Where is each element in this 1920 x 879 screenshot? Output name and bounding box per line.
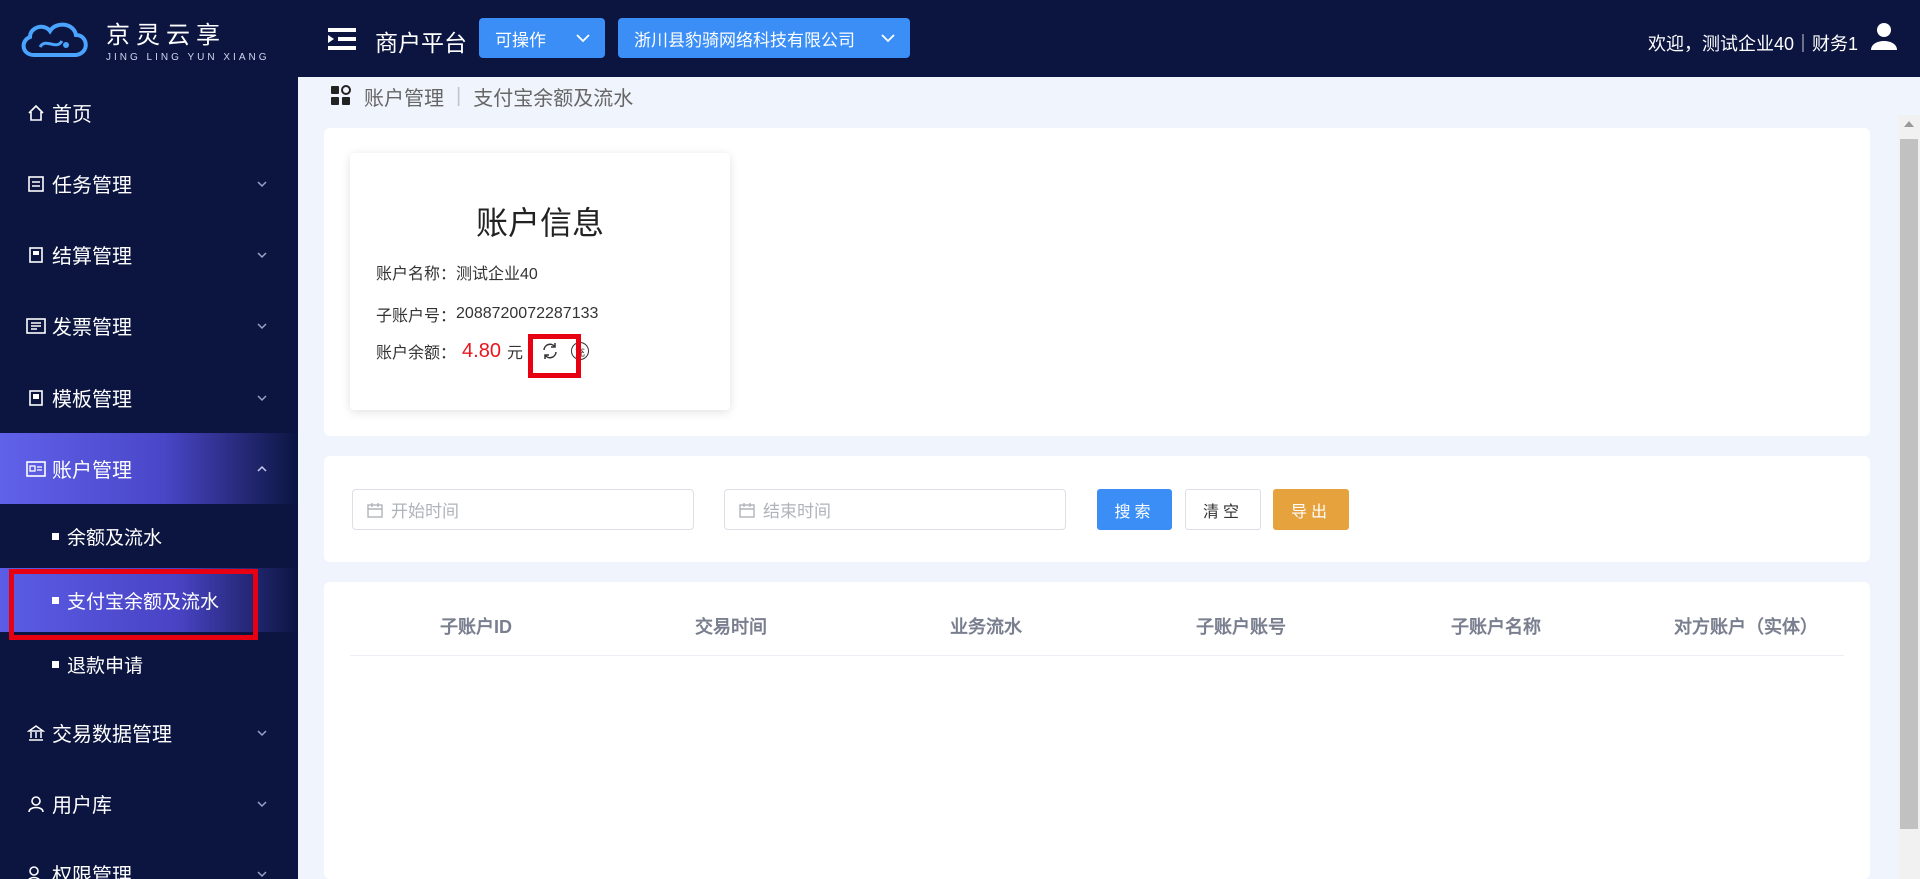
start-date-input[interactable]: 开始时间 bbox=[352, 489, 694, 530]
balance-value: 4.80 bbox=[462, 339, 501, 362]
sidebar-item-label: 首页 bbox=[52, 104, 92, 126]
user-avatar-icon[interactable] bbox=[1870, 22, 1898, 50]
search-button[interactable]: 搜索 bbox=[1097, 489, 1172, 530]
user-icon bbox=[26, 794, 46, 814]
table-header-sub-account-name: 子账户名称 bbox=[1451, 617, 1541, 637]
chevron-down-icon bbox=[257, 180, 267, 187]
settlement-icon bbox=[26, 245, 46, 265]
sub-account-value: 2088720072287133 bbox=[456, 305, 599, 322]
chevron-down-icon bbox=[257, 322, 267, 329]
company-select-value: 浙川县豹骑网络科技有限公司 bbox=[634, 30, 855, 50]
permission-icon bbox=[26, 864, 46, 879]
sidebar-item-home[interactable]: 首页 bbox=[0, 77, 298, 148]
sidebar-subitem-balance[interactable]: 余额及流水 bbox=[0, 504, 298, 568]
brand-text: 京灵云享 JING LING YUN XIANG bbox=[106, 15, 270, 63]
sidebar-subitem-label: 余额及流水 bbox=[67, 527, 163, 549]
account-name-value: 测试企业40 bbox=[456, 266, 538, 283]
chevron-down-icon bbox=[257, 394, 267, 401]
account-info-card: 账户信息 账户名称： 测试企业40 子账户号： 2088720072287133… bbox=[350, 153, 730, 410]
chevron-up-icon bbox=[257, 465, 267, 472]
sidebar-item-template[interactable]: 模板管理 bbox=[0, 362, 298, 433]
bank-icon bbox=[26, 723, 46, 743]
invoice-icon bbox=[26, 316, 46, 336]
sidebar-item-label: 用户库 bbox=[52, 795, 112, 817]
template-icon bbox=[26, 388, 46, 408]
account-info-title: 账户信息 bbox=[475, 205, 604, 241]
account-icon bbox=[26, 459, 46, 479]
start-date-placeholder: 开始时间 bbox=[391, 502, 459, 521]
export-button[interactable]: 导出 bbox=[1273, 489, 1349, 530]
cloud-logo-icon bbox=[21, 22, 88, 57]
brand-name-en: JING LING YUN XIANG bbox=[106, 51, 270, 63]
welcome-text: 欢迎，测试企业40｜财务1 bbox=[1647, 34, 1858, 54]
home-icon bbox=[26, 103, 46, 123]
balance-label: 账户余额： bbox=[376, 345, 457, 362]
mode-select[interactable]: 可操作 bbox=[479, 18, 605, 58]
account-name-row: 账户名称： 测试企业40 bbox=[376, 260, 538, 284]
sidebar-item-label: 任务管理 bbox=[52, 175, 132, 197]
sidebar-item-label: 权限管理 bbox=[52, 865, 132, 879]
refresh-icon[interactable] bbox=[541, 342, 559, 360]
chevron-down-icon bbox=[881, 34, 895, 43]
sidebar-item-label: 账户管理 bbox=[52, 460, 132, 482]
dashboard-icon bbox=[331, 85, 351, 105]
sidebar-item-label: 结算管理 bbox=[52, 246, 132, 268]
scroll-thumb[interactable] bbox=[1900, 139, 1918, 829]
sidebar-subitem-label: 支付宝余额及流水 bbox=[67, 591, 220, 613]
company-select[interactable]: 浙川县豹骑网络科技有限公司 bbox=[618, 18, 910, 58]
sub-account-row: 子账户号： 2088720072287133 bbox=[376, 302, 598, 326]
task-icon bbox=[26, 174, 46, 194]
account-name-label: 账户名称： bbox=[376, 266, 457, 283]
sidebar-item-transactions[interactable]: 交易数据管理 bbox=[0, 697, 298, 768]
sidebar-item-permission[interactable]: 权限管理 bbox=[0, 838, 298, 879]
chevron-down-icon bbox=[257, 800, 267, 807]
page-scrollbar[interactable] bbox=[1898, 115, 1920, 879]
mode-select-value: 可操作 bbox=[495, 30, 546, 50]
brand-name-cn: 京灵云享 bbox=[106, 20, 226, 49]
table-header-sub-account-number: 子账户账号 bbox=[1196, 617, 1286, 637]
chevron-down-icon bbox=[257, 251, 267, 258]
sidebar-item-label: 发票管理 bbox=[52, 317, 132, 339]
breadcrumb: 账户管理 | 支付宝余额及流水 bbox=[330, 82, 634, 111]
top-header: 商户平台 可操作 浙川县豹骑网络科技有限公司 欢迎，测试企业40｜财务1 bbox=[298, 0, 1920, 77]
sidebar-item-label: 交易数据管理 bbox=[52, 724, 172, 746]
balance-unit: 元 bbox=[506, 345, 523, 362]
sub-account-label: 子账户号： bbox=[376, 308, 457, 325]
breadcrumb-current: 支付宝余额及流水 bbox=[473, 87, 634, 110]
table-header-divider bbox=[350, 655, 1844, 656]
breadcrumb-parent[interactable]: 账户管理 bbox=[364, 82, 444, 111]
table-header-transaction-time: 交易时间 bbox=[695, 617, 767, 637]
chevron-down-icon bbox=[257, 870, 267, 877]
recharge-icon[interactable]: 充 bbox=[570, 342, 589, 360]
bullet-icon bbox=[52, 660, 59, 668]
sidebar-item-settlement[interactable]: 结算管理 bbox=[0, 219, 298, 290]
menu-toggle-icon[interactable] bbox=[328, 27, 358, 51]
chevron-down-icon bbox=[576, 34, 590, 43]
sidebar: 京灵云享 JING LING YUN XIANG 首页 任务管理 结算管理 发票… bbox=[0, 0, 298, 879]
platform-title: 商户平台 bbox=[375, 30, 467, 56]
sidebar-subitem-alipay-balance[interactable]: 支付宝余额及流水 bbox=[0, 568, 298, 632]
calendar-icon bbox=[739, 502, 755, 518]
scroll-up-arrow-icon[interactable] bbox=[1904, 121, 1914, 127]
sidebar-item-user-library[interactable]: 用户库 bbox=[0, 768, 298, 839]
table-header-business-serial: 业务流水 bbox=[950, 617, 1022, 637]
balance-row: 账户余额： 4.80 元 充 bbox=[376, 339, 589, 363]
sidebar-subitem-refund[interactable]: 退款申请 bbox=[0, 632, 298, 696]
end-date-placeholder: 结束时间 bbox=[763, 502, 831, 521]
bullet-icon bbox=[52, 532, 59, 540]
clear-button[interactable]: 清空 bbox=[1185, 489, 1261, 530]
calendar-icon bbox=[367, 502, 383, 518]
brand-logo: 京灵云享 JING LING YUN XIANG bbox=[0, 0, 298, 77]
sidebar-item-label: 模板管理 bbox=[52, 389, 132, 411]
table-header-sub-account-id: 子账户ID bbox=[440, 617, 512, 637]
sidebar-item-invoice[interactable]: 发票管理 bbox=[0, 290, 298, 361]
chevron-down-icon bbox=[257, 729, 267, 736]
sidebar-item-task[interactable]: 任务管理 bbox=[0, 148, 298, 219]
table-header-counterparty: 对方账户（实体） bbox=[1674, 617, 1818, 637]
breadcrumb-separator: | bbox=[456, 84, 462, 107]
sidebar-item-account[interactable]: 账户管理 bbox=[0, 433, 298, 504]
end-date-input[interactable]: 结束时间 bbox=[724, 489, 1066, 530]
bullet-icon bbox=[52, 596, 59, 604]
sidebar-subitem-label: 退款申请 bbox=[67, 655, 144, 677]
